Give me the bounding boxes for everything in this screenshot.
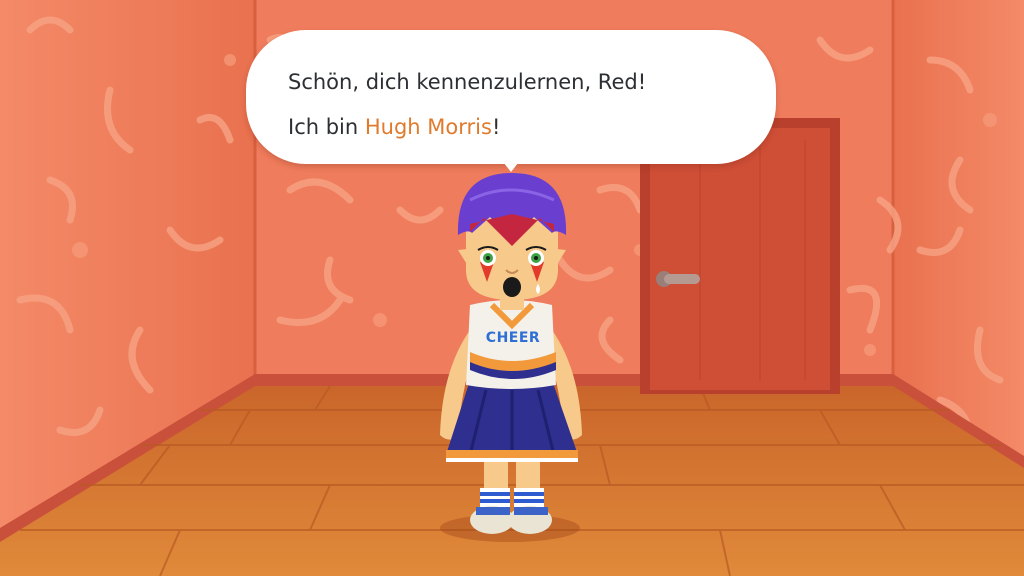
dialog-line-2-prefix: Ich bin xyxy=(288,115,365,139)
dialog-line-2-suffix: ! xyxy=(491,115,501,139)
dialog-line-1: Schön, dich kennenzulernen, Red! xyxy=(288,70,647,94)
bubble-tail xyxy=(500,158,522,172)
shirt-text: CHEER xyxy=(485,330,541,346)
dialog-bubble[interactable]: Schön, dich kennenzulernen, Red! Ich bin… xyxy=(246,30,776,164)
game-scene: CHEER Schön, dich kennenzulernen, Red! I… xyxy=(0,0,1024,576)
dialog-line-2: Ich bin Hugh Morris! xyxy=(288,105,746,150)
speaker-name: Hugh Morris xyxy=(364,115,492,139)
